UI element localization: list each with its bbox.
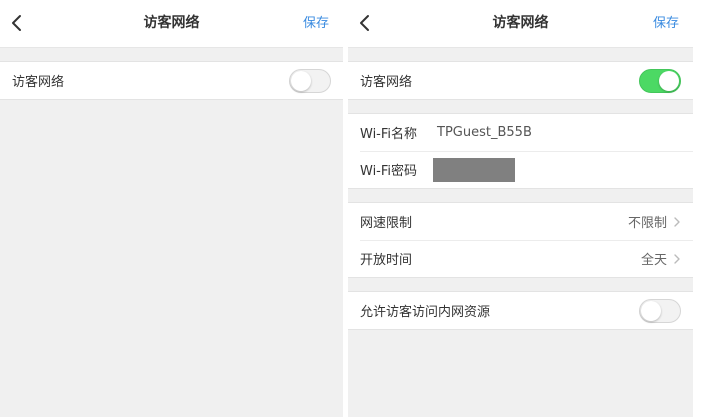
wifi-password-label: Wi-Fi密码 <box>360 164 418 179</box>
settings-group: 网速限制 不限制 开放时间 全天 <box>348 202 693 278</box>
chevron-right-icon <box>673 216 681 228</box>
toggle-knob <box>659 70 679 91</box>
speed-limit-value: 不限制 <box>627 216 667 231</box>
right-screen: 访客网络 保存 访客网络 Wi-Fi名称 TPGuest_B55B Wi-Fi密… <box>348 0 693 417</box>
chevron-right-icon <box>673 253 681 265</box>
wifi-name-row[interactable]: Wi-Fi名称 TPGuest_B55B <box>348 114 693 151</box>
allow-intranet-toggle[interactable] <box>639 298 681 323</box>
navbar: 访客网络 保存 <box>0 0 343 48</box>
page-title: 访客网络 <box>492 15 549 31</box>
guest-network-group: 访客网络 <box>348 61 693 100</box>
wifi-name-label: Wi-Fi名称 <box>360 127 418 142</box>
guest-network-toggle[interactable] <box>639 68 681 93</box>
toggle-knob <box>291 70 311 91</box>
open-time-value: 全天 <box>640 253 667 268</box>
open-time-row[interactable]: 开放时间 全天 <box>348 240 693 277</box>
speed-limit-row[interactable]: 网速限制 不限制 <box>348 203 693 240</box>
guest-network-row: 访客网络 <box>348 62 693 99</box>
page-title: 访客网络 <box>143 15 200 31</box>
guest-network-label: 访客网络 <box>360 75 413 90</box>
wifi-group: Wi-Fi名称 TPGuest_B55B Wi-Fi密码 <box>348 113 693 189</box>
toggle-knob <box>641 300 661 321</box>
wifi-password-row[interactable]: Wi-Fi密码 <box>348 151 693 188</box>
guest-network-row: 访客网络 <box>0 62 343 99</box>
save-button[interactable]: 保存 <box>303 0 329 47</box>
guest-network-toggle[interactable] <box>289 68 331 93</box>
guest-network-label: 访客网络 <box>12 75 65 90</box>
open-time-label: 开放时间 <box>360 253 413 268</box>
intranet-group: 允许访客访问内网资源 <box>348 291 693 330</box>
wifi-name-value: TPGuest_B55B <box>437 125 532 140</box>
wifi-password-mask <box>433 157 516 182</box>
guest-network-group: 访客网络 <box>0 61 343 100</box>
allow-intranet-row: 允许访客访问内网资源 <box>348 292 693 329</box>
allow-intranet-label: 允许访客访问内网资源 <box>360 305 491 320</box>
navbar: 访客网络 保存 <box>348 0 693 48</box>
speed-limit-label: 网速限制 <box>360 216 413 231</box>
left-screen: 访客网络 保存 访客网络 <box>0 0 343 417</box>
save-button[interactable]: 保存 <box>653 0 679 47</box>
